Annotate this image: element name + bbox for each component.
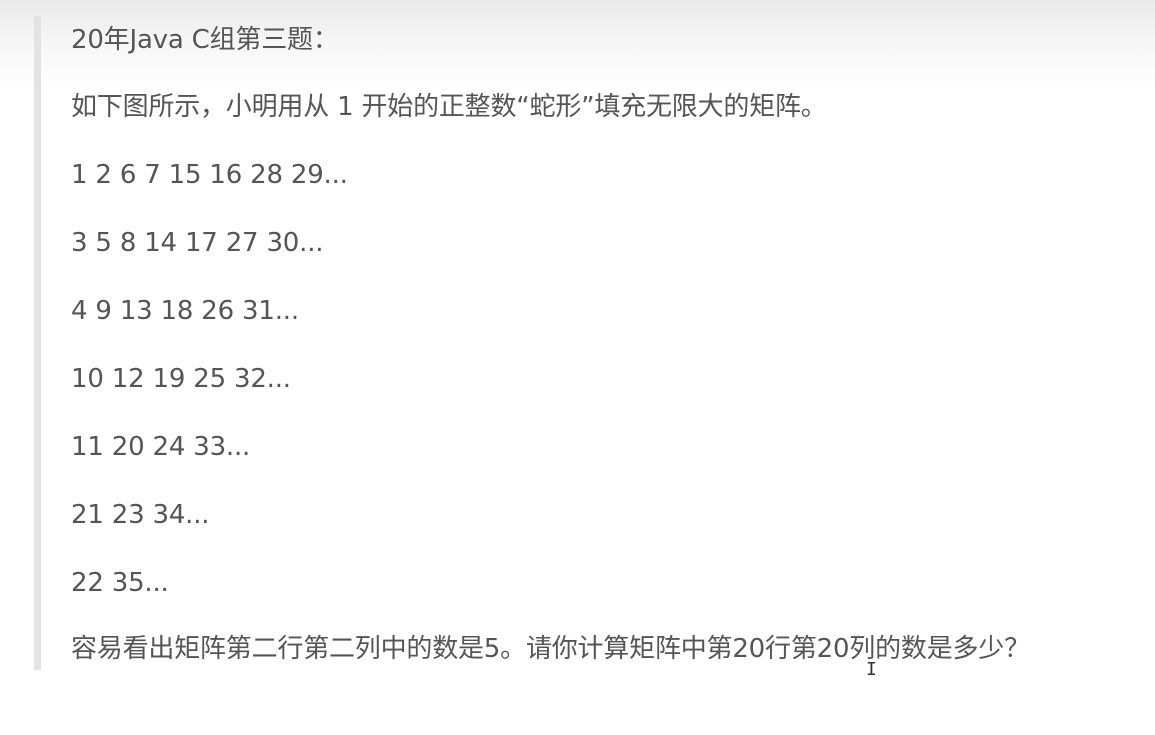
matrix-row-7: 22 35... bbox=[71, 568, 169, 598]
text-cursor-icon: I bbox=[866, 659, 877, 680]
matrix-row-3: 4 9 13 18 26 31... bbox=[71, 296, 299, 326]
matrix-row-4: 10 12 19 25 32... bbox=[71, 364, 291, 394]
matrix-row-2: 3 5 8 14 17 27 30... bbox=[71, 228, 324, 258]
matrix-row-5: 11 20 24 33... bbox=[71, 432, 251, 462]
problem-intro: 如下图所示，小明用从 1 开始的正整数“蛇形”填充无限大的矩阵。 bbox=[71, 92, 827, 122]
problem-question: 容易看出矩阵第二行第二列中的数是5。请你计算矩阵中第20行第20列的数是多少？ bbox=[71, 634, 1030, 664]
matrix-row-6: 21 23 34... bbox=[71, 500, 210, 530]
matrix-row-1: 1 2 6 7 15 16 28 29... bbox=[71, 160, 348, 190]
problem-title: 20年Java C组第三题： bbox=[71, 25, 339, 55]
